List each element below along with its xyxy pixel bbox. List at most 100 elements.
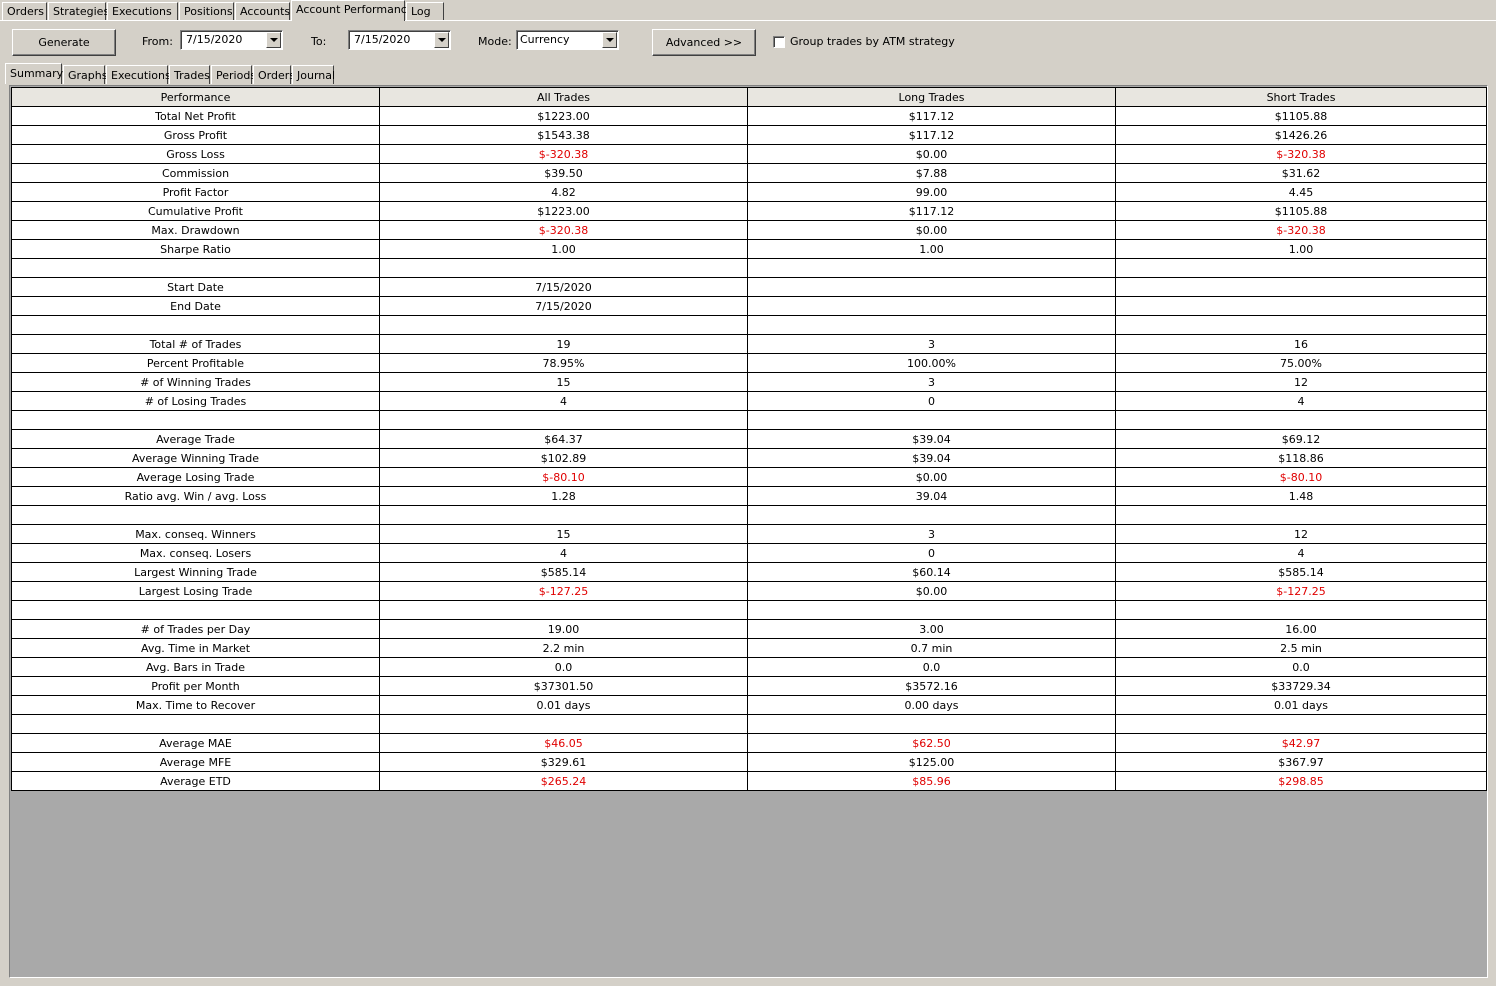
table-row: # of Trades per Day 19.00 3.00 16.00 (11, 619, 1487, 639)
table-row: Gross Profit $1543.38 $117.12 $1426.26 (11, 125, 1487, 145)
table-row: Average Winning Trade $102.89 $39.04 $118.8… (11, 448, 1487, 468)
subtab-journal[interactable]: Journal (292, 65, 335, 84)
metric-label: End Date (11, 296, 380, 316)
summary-panel: Performance All Trades Long Trades Short… (9, 85, 1488, 978)
all-trades-cell (379, 505, 748, 525)
long-trades-cell: $62.50 (747, 733, 1116, 753)
to-date-value: 7/15/2020 (354, 33, 411, 46)
tab-log[interactable]: Log (406, 2, 444, 20)
all-trades-cell: 0.0 (379, 657, 748, 677)
all-trades-cell: 15 (379, 372, 748, 392)
short-trades-cell: 4 (1115, 543, 1487, 563)
table-row: Average MAE $46.05 $62.50 $42.97 (11, 733, 1487, 753)
chevron-down-icon[interactable] (266, 32, 281, 48)
all-trades-cell: 2.2 min (379, 638, 748, 658)
all-trades-cell (379, 410, 748, 430)
column-header-all-trades[interactable]: All Trades (379, 87, 748, 107)
short-trades-cell: 75.00% (1115, 353, 1487, 373)
short-trades-cell: $42.97 (1115, 733, 1487, 753)
all-trades-cell: $1223.00 (379, 201, 748, 221)
long-trades-cell (747, 277, 1116, 297)
subtab-summary[interactable]: Summary (5, 63, 63, 84)
to-date-picker[interactable]: 7/15/2020 (348, 30, 451, 50)
table-row: Max. conseq. Winners 15 3 12 (11, 524, 1487, 544)
mode-select[interactable]: Currency (516, 30, 619, 50)
advanced-button[interactable]: Advanced >> (652, 29, 756, 56)
metric-label: Average Winning Trade (11, 448, 380, 468)
short-trades-cell: $1105.88 (1115, 201, 1487, 221)
table-row: Start Date 7/15/2020 (11, 277, 1487, 297)
long-trades-cell: $0.00 (747, 467, 1116, 487)
metric-label: Largest Losing Trade (11, 581, 380, 601)
from-date-picker[interactable]: 7/15/2020 (180, 30, 283, 50)
long-trades-cell (747, 600, 1116, 620)
long-trades-cell (747, 505, 1116, 525)
metric-label: Total Net Profit (11, 106, 380, 126)
tab-strategies[interactable]: Strategies (48, 2, 109, 20)
short-trades-cell: 12 (1115, 372, 1487, 392)
long-trades-cell: $39.04 (747, 429, 1116, 449)
long-trades-cell: 3 (747, 334, 1116, 354)
long-trades-cell: $117.12 (747, 106, 1116, 126)
metric-label: Avg. Bars in Trade (11, 657, 380, 677)
tab-account-performance[interactable]: Account Performance (291, 0, 414, 21)
metric-label: Gross Profit (11, 125, 380, 145)
from-label: From: (142, 35, 173, 48)
all-trades-cell (379, 714, 748, 734)
short-trades-cell (1115, 258, 1487, 278)
all-trades-cell: 78.95% (379, 353, 748, 373)
column-header-short-trades[interactable]: Short Trades (1115, 87, 1487, 107)
short-trades-cell: 4 (1115, 391, 1487, 411)
metric-label: Average MFE (11, 752, 380, 772)
table-row: Max. Time to Recover 0.01 days 0.00 days 0.… (11, 695, 1487, 715)
subtab-trades[interactable]: Trades (169, 65, 210, 84)
long-trades-cell: 3 (747, 372, 1116, 392)
table-row: Total # of Trades 19 3 16 (11, 334, 1487, 354)
all-trades-cell: 19.00 (379, 619, 748, 639)
summary-table: Performance All Trades Long Trades Short… (11, 87, 1487, 791)
long-trades-cell: $39.04 (747, 448, 1116, 468)
subtab-orders[interactable]: Orders (253, 65, 295, 84)
tab-orders[interactable]: Orders (2, 2, 47, 20)
table-row (11, 410, 1487, 430)
metric-label: Average Losing Trade (11, 467, 380, 487)
column-header-performance[interactable]: Performance (11, 87, 380, 107)
tab-positions[interactable]: Positions (179, 2, 234, 20)
all-trades-cell: 15 (379, 524, 748, 544)
metric-label (11, 410, 380, 430)
metric-label: Average ETD (11, 771, 380, 791)
long-trades-cell (747, 315, 1116, 335)
short-trades-cell: $585.14 (1115, 562, 1487, 582)
short-trades-cell: $118.86 (1115, 448, 1487, 468)
long-trades-cell (747, 258, 1116, 278)
subtab-executions[interactable]: Executions (106, 65, 171, 84)
table-row: Profit Factor 4.82 99.00 4.45 (11, 182, 1487, 202)
metric-label: Percent Profitable (11, 353, 380, 373)
group-atm-checkbox[interactable] (773, 36, 785, 48)
metric-label: # of Trades per Day (11, 619, 380, 639)
long-trades-cell: $85.96 (747, 771, 1116, 791)
table-row: Max. Drawdown $-320.38 $0.00 $-320.38 (11, 220, 1487, 240)
all-trades-cell: 1.28 (379, 486, 748, 506)
table-row: Commission $39.50 $7.88 $31.62 (11, 163, 1487, 183)
generate-button[interactable]: Generate (12, 29, 116, 56)
tab-accounts[interactable]: Accounts (235, 2, 290, 20)
table-row: Avg. Time in Market 2.2 min 0.7 min 2.5 min (11, 638, 1487, 658)
metric-label: Max. Time to Recover (11, 695, 380, 715)
long-trades-cell: $125.00 (747, 752, 1116, 772)
subtab-periods[interactable]: Periods (211, 65, 256, 84)
chevron-down-icon[interactable] (602, 32, 617, 48)
table-row (11, 315, 1487, 335)
long-trades-cell: 100.00% (747, 353, 1116, 373)
column-header-long-trades[interactable]: Long Trades (747, 87, 1116, 107)
all-trades-cell: 1.00 (379, 239, 748, 259)
subtab-graphs[interactable]: Graphs (63, 65, 107, 84)
chevron-down-icon[interactable] (434, 32, 449, 48)
table-row: Average MFE $329.61 $125.00 $367.97 (11, 752, 1487, 772)
all-trades-cell (379, 315, 748, 335)
metric-label: Avg. Time in Market (11, 638, 380, 658)
tab-executions[interactable]: Executions (107, 2, 178, 20)
short-trades-cell (1115, 410, 1487, 430)
long-trades-cell (747, 296, 1116, 316)
long-trades-cell: 1.00 (747, 239, 1116, 259)
